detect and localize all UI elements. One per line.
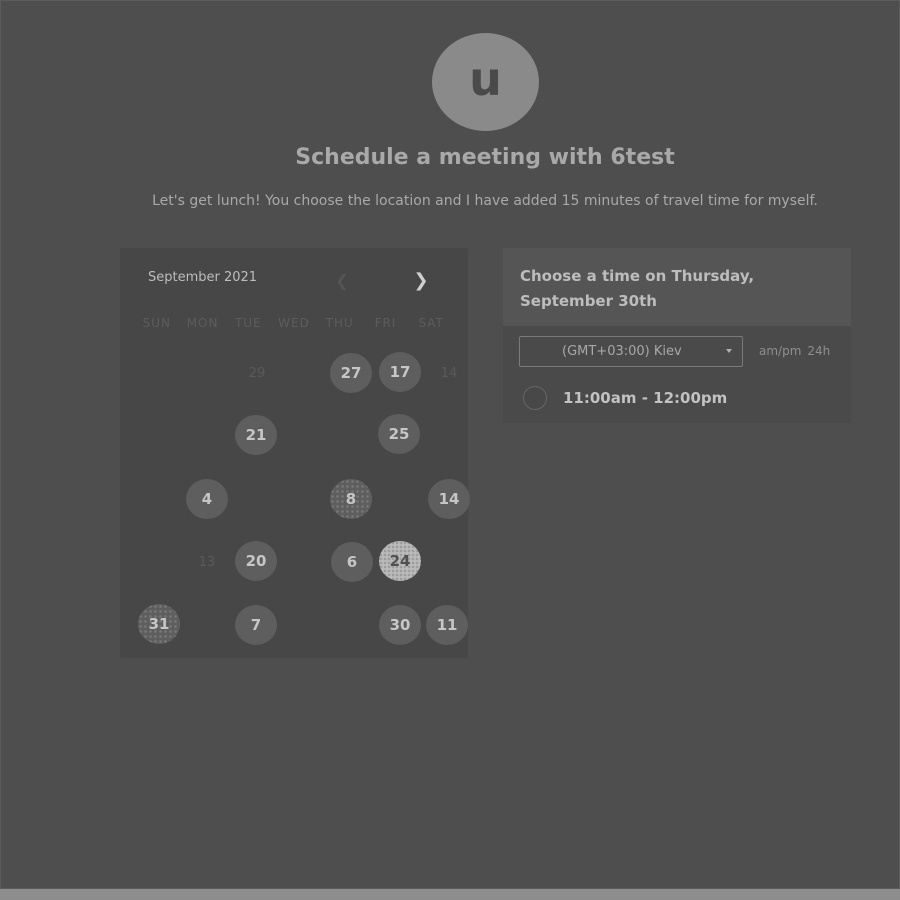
weekday-thu: THU [325,316,354,330]
calendar-day: 14 [440,365,458,381]
time-heading-line2: September 30th [520,292,657,310]
calendar-day[interactable]: 21 [235,415,277,455]
calendar-day[interactable]: 17 [379,352,421,392]
weekday-header: SUN MON TUE WED THU FRI SAT [134,316,454,330]
bottom-bar [0,889,900,900]
calendar-day[interactable]: 8 [330,479,372,519]
time-slot[interactable]: 11:00am - 12:00pm [523,386,727,410]
calendar-day[interactable]: 30 [379,605,421,645]
calendar-day[interactable]: 20 [235,541,277,581]
weekday-tue: TUE [234,316,262,330]
time-slot-label: 11:00am - 12:00pm [563,389,728,407]
calendar-day-selected[interactable]: 24 [379,541,421,581]
calendar-day[interactable]: 27 [330,353,372,393]
calendar-day[interactable]: 14 [428,479,470,519]
timezone-select[interactable]: (GMT+03:00) Kiev [519,336,743,367]
avatar-initial: u [469,52,502,106]
format-ampm-option[interactable]: am/pm [759,344,801,358]
weekday-sun: SUN [142,316,172,330]
calendar-day[interactable]: 6 [331,542,373,582]
page-description: Let's get lunch! You choose the location… [152,193,818,209]
calendar-day[interactable]: 31 [138,604,180,644]
format-24h-option[interactable]: 24h [807,344,830,358]
time-format-toggle: am/pm 24h [759,344,830,358]
calendar-month-label: September 2021 [148,270,258,285]
calendar-day: 29 [248,365,266,381]
calendar-day[interactable]: 11 [426,605,468,645]
time-heading-line1: Choose a time on Thursday, [520,267,755,285]
weekday-sat: SAT [418,316,444,330]
calendar-day[interactable]: 25 [378,414,420,454]
calendar: September 2021 ❮ ❯ SUN MON TUE WED THU F… [120,248,470,658]
weekday-wed: WED [278,316,310,330]
page-title: Schedule a meeting with 6test [295,145,675,170]
caret-down-icon [726,349,732,353]
calendar-day[interactable]: 4 [186,479,228,519]
time-panel: Choose a time on Thursday, September 30t… [503,248,851,423]
chevron-left-icon[interactable]: ❮ [332,270,352,290]
calendar-day: 13 [198,554,216,570]
time-panel-heading: Choose a time on Thursday, September 30t… [503,248,851,326]
weekday-mon: MON [186,316,219,330]
avatar: u [432,33,539,131]
calendar-day[interactable]: 7 [235,605,277,645]
weekday-fri: FRI [374,316,397,330]
chevron-right-icon[interactable]: ❯ [411,270,431,291]
radio-circle-icon[interactable] [523,386,547,410]
timezone-value: (GMT+03:00) Kiev [562,344,682,359]
